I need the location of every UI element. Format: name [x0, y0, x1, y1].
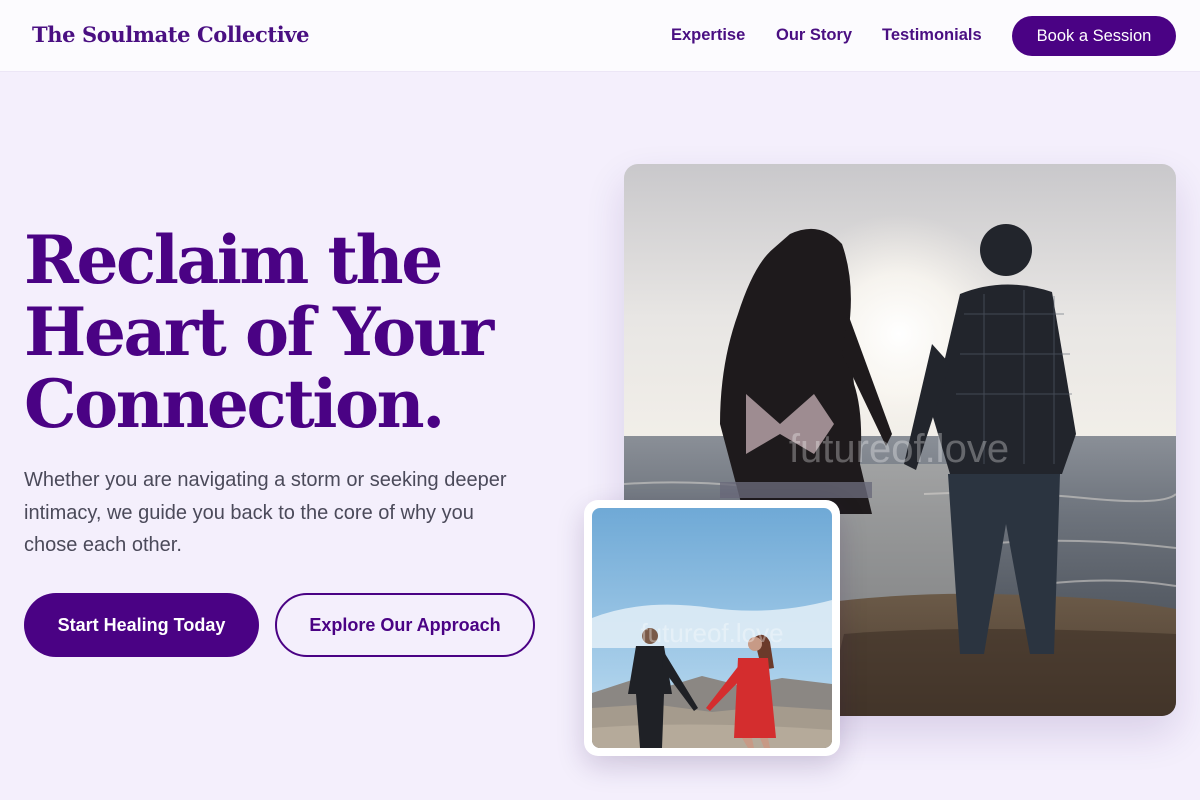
- hero-subtitle: Whether you are navigating a storm or se…: [24, 469, 507, 556]
- hero-secondary-photo-card: futureof.love: [584, 500, 840, 756]
- hero-title-line: Reclaim the: [24, 221, 443, 299]
- nav-link-our-story[interactable]: Our Story: [776, 26, 852, 45]
- mountain-couple-image: futureof.love: [592, 508, 832, 748]
- hero-title-line: Heart of Your: [24, 293, 494, 371]
- site-header: The Soulmate Collective Expertise Our St…: [0, 0, 1200, 72]
- brand-logo[interactable]: The Soulmate Collective: [32, 22, 309, 47]
- hero-title: Reclaim the Heart of Your Connection.: [24, 224, 584, 440]
- hero-secondary-photo: futureof.love: [592, 508, 832, 748]
- explore-approach-button[interactable]: Explore Our Approach: [275, 593, 535, 657]
- hero-title-line: Connection.: [24, 365, 445, 443]
- book-session-button[interactable]: Book a Session: [1012, 16, 1176, 56]
- nav-link-testimonials[interactable]: Testimonials: [882, 26, 982, 45]
- watermark-text: futureof.love: [789, 427, 1009, 471]
- watermark-text: futureof.love: [640, 618, 783, 648]
- nav-link-expertise[interactable]: Expertise: [671, 26, 745, 45]
- start-healing-button[interactable]: Start Healing Today: [24, 593, 259, 657]
